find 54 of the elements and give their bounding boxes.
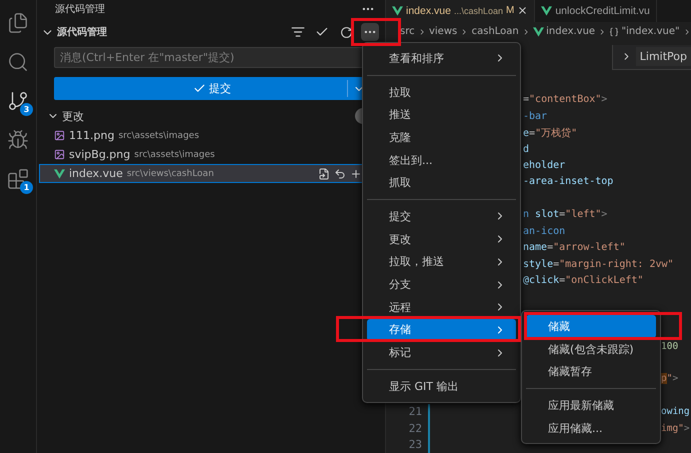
- code-text: n slot="left">: [523, 209, 608, 220]
- file-name: index.vue: [69, 167, 123, 180]
- code-text: style="margin-right: 2vw": [523, 258, 674, 270]
- code-text: ="contentBox">: [523, 94, 608, 106]
- menu-item[interactable]: 储藏暂存: [526, 360, 656, 384]
- code-text: name="arrow-left": [523, 242, 626, 254]
- tab-label: index.vue: [406, 4, 451, 17]
- menu-item[interactable]: 储藏(包含未跟踪): [526, 338, 656, 360]
- outline-item[interactable]: LimitPop: [636, 47, 691, 66]
- menu-item[interactable]: 标记: [367, 341, 516, 364]
- breadcrumb[interactable]: src: [400, 26, 415, 38]
- code-text: eholder: [523, 160, 566, 171]
- count-badge: 1: [20, 181, 33, 194]
- code-text: e="万栈贷": [523, 126, 578, 140]
- section-title: 源代码管理: [57, 26, 107, 39]
- file-name: svipBg.png: [69, 148, 130, 161]
- count-badge: 3: [20, 103, 33, 116]
- menu-item[interactable]: 更改: [367, 228, 516, 250]
- code-text: -area-inset-top: [523, 176, 614, 188]
- code-text: img">: [661, 422, 690, 434]
- menu-item[interactable]: 显示 GIT 输出: [367, 374, 516, 398]
- editor-tab[interactable]: index.vue ...\cashLoan M: [386, 0, 536, 22]
- line-number: 21: [408, 405, 422, 418]
- line-number: 22: [408, 422, 422, 435]
- breadcrumb[interactable]: index.vue: [533, 26, 596, 38]
- code-text: -bar: [523, 110, 548, 122]
- tab-status: M: [506, 5, 514, 16]
- panel-title: 源代码管理: [55, 2, 105, 16]
- code-text: @click="onClickLeft": [523, 274, 644, 286]
- menu-item[interactable]: 拉取，推送: [367, 250, 516, 274]
- breadcrumb[interactable]: "index.vue": [609, 26, 680, 38]
- tab-label: unlockCreditLimit.vu: [555, 4, 650, 17]
- code-text: d: [523, 144, 530, 155]
- line-number: 23: [408, 438, 422, 452]
- menu-item[interactable]: 应用最新储藏: [526, 394, 656, 417]
- menu-item[interactable]: 应用储藏...: [526, 416, 656, 440]
- menu-item[interactable]: 拉取: [367, 80, 516, 104]
- menu-item[interactable]: 远程: [367, 296, 516, 319]
- breadcrumb[interactable]: views: [428, 26, 458, 38]
- file-path: src\assets\images: [134, 150, 215, 160]
- file-name: 111.png: [69, 129, 114, 142]
- group-title: 更改: [62, 108, 84, 124]
- code-text: an-icon: [523, 226, 566, 237]
- menu-item[interactable]: 提交: [367, 205, 516, 228]
- menu-item[interactable]: 分支: [367, 273, 516, 296]
- breadcrumb[interactable]: cashLoan: [472, 26, 519, 38]
- code-text: p">: [661, 373, 678, 384]
- file-path: src\assets\images: [118, 130, 200, 140]
- menu-item[interactable]: 推送: [367, 103, 516, 126]
- file-path: src\views\cashLoan: [126, 168, 214, 178]
- tab-description: ...\cashLoan: [454, 6, 503, 16]
- menu-item[interactable]: 储藏: [526, 315, 656, 338]
- code-text: 100: [661, 340, 678, 352]
- code-text: owing: [661, 406, 690, 418]
